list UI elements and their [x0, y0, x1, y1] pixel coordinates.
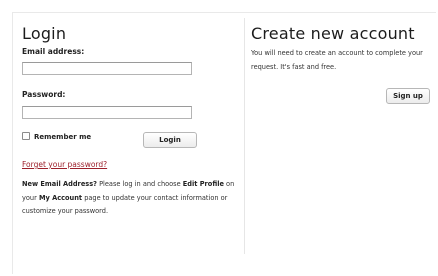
info-heading: New Email Address?	[22, 180, 97, 188]
signup-button[interactable]: Sign up	[386, 88, 430, 104]
remember-label: Remember me	[34, 133, 92, 141]
info-text-1: Please log in and choose	[96, 180, 183, 188]
new-email-info: New Email Address? Please log in and cho…	[22, 178, 242, 219]
password-label: Password:	[22, 90, 66, 99]
remember-row: Remember me	[22, 132, 242, 141]
forgot-password-link[interactable]: Forget your password?	[22, 160, 107, 169]
create-account-title: Create new account	[251, 24, 415, 43]
my-account-text: My Account	[38, 193, 83, 202]
password-field[interactable]	[22, 106, 192, 119]
column-divider	[244, 18, 245, 254]
create-account-section: Create new account You will need to crea…	[251, 24, 431, 104]
email-field[interactable]	[22, 62, 192, 75]
email-label: Email address:	[22, 47, 85, 56]
create-account-text: You will need to create an account to co…	[251, 49, 423, 71]
edit-profile-text: Edit Profile	[182, 180, 224, 188]
login-button[interactable]: Login	[143, 132, 197, 148]
login-title: Login	[22, 24, 67, 43]
login-section: Login Email address: Password: Remember …	[22, 24, 242, 219]
remember-checkbox[interactable]	[22, 132, 30, 140]
